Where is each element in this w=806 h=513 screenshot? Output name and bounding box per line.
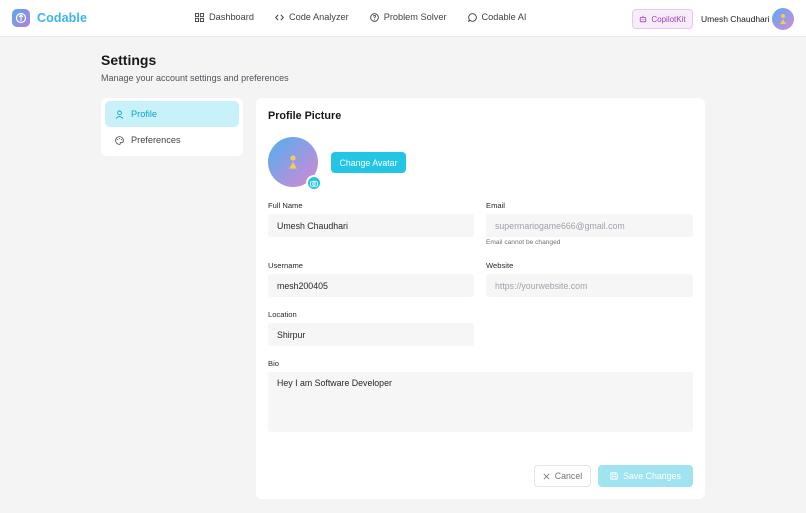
username-label: Username <box>268 261 304 270</box>
website-label: Website <box>486 261 514 270</box>
nav-item-label: Codable AI <box>481 12 527 22</box>
grid-icon <box>195 12 204 22</box>
top-navbar: Codable Dashboard Code Analyzer Problem … <box>0 0 806 37</box>
user-avatar-figure-icon <box>289 155 297 169</box>
close-icon <box>543 473 550 479</box>
settings-sidebar: Profile Preferences <box>101 98 243 156</box>
brand[interactable]: Codable <box>12 9 87 27</box>
website-field[interactable] <box>486 274 693 297</box>
chat-bubble-icon <box>467 12 477 22</box>
profile-card: Profile Picture Change Avatar Full Name … <box>256 98 705 499</box>
sidebar-item-preferences[interactable]: Preferences <box>105 127 239 153</box>
nav-item-problem-solver[interactable]: Problem Solver <box>369 12 447 22</box>
location-field[interactable] <box>268 323 474 346</box>
user-icon <box>115 110 124 119</box>
code-icon <box>275 13 284 21</box>
nav-item-code-analyzer[interactable]: Code Analyzer <box>275 12 349 22</box>
nav-item-dashboard[interactable]: Dashboard <box>195 12 254 22</box>
bio-textarea[interactable]: Hey I am Software Developer <box>268 372 693 432</box>
username-field[interactable] <box>268 274 474 297</box>
change-avatar-button[interactable]: Change Avatar <box>331 152 406 173</box>
email-hint: Email cannot be changed <box>486 239 561 246</box>
nav-item-label: Code Analyzer <box>288 12 349 22</box>
copilotkit-button[interactable]: CopilotKit <box>632 9 693 29</box>
nav-item-codable-ai[interactable]: Codable AI <box>467 12 527 22</box>
help-circle-icon <box>369 12 379 22</box>
page-title: Settings <box>101 52 157 68</box>
bio-label: Bio <box>268 359 279 368</box>
profile-picture-heading: Profile Picture <box>268 110 342 122</box>
nav-item-label: Problem Solver <box>383 12 447 22</box>
main-nav: Dashboard Code Analyzer Problem Solver C… <box>195 12 547 22</box>
sidebar-item-label: Profile <box>131 109 158 119</box>
email-field <box>486 214 693 237</box>
codable-logo-icon <box>12 9 30 27</box>
upload-photo-button[interactable] <box>306 175 322 191</box>
save-icon <box>610 472 618 480</box>
cancel-label: Cancel <box>554 471 583 481</box>
full-name-field[interactable] <box>268 214 474 237</box>
email-label: Email <box>486 201 505 210</box>
save-changes-button[interactable]: Save Changes <box>598 465 693 487</box>
palette-icon <box>115 135 124 145</box>
save-changes-label: Save Changes <box>623 471 681 481</box>
robot-icon <box>640 15 647 23</box>
sidebar-item-profile[interactable]: Profile <box>105 101 239 127</box>
brand-name: Codable <box>37 11 88 25</box>
copilotkit-label: CopilotKit <box>651 14 686 24</box>
camera-icon <box>310 180 318 187</box>
user-avatar-figure-icon <box>780 14 786 24</box>
user-name: Umesh Chaudhari <box>701 14 770 24</box>
page-subtitle: Manage your account settings and prefere… <box>101 73 289 83</box>
nav-item-label: Dashboard <box>209 12 254 22</box>
avatar[interactable] <box>772 8 794 30</box>
sidebar-item-label: Preferences <box>131 135 181 145</box>
cancel-button[interactable]: Cancel <box>534 465 591 487</box>
full-name-label: Full Name <box>268 201 303 210</box>
location-label: Location <box>268 310 297 319</box>
